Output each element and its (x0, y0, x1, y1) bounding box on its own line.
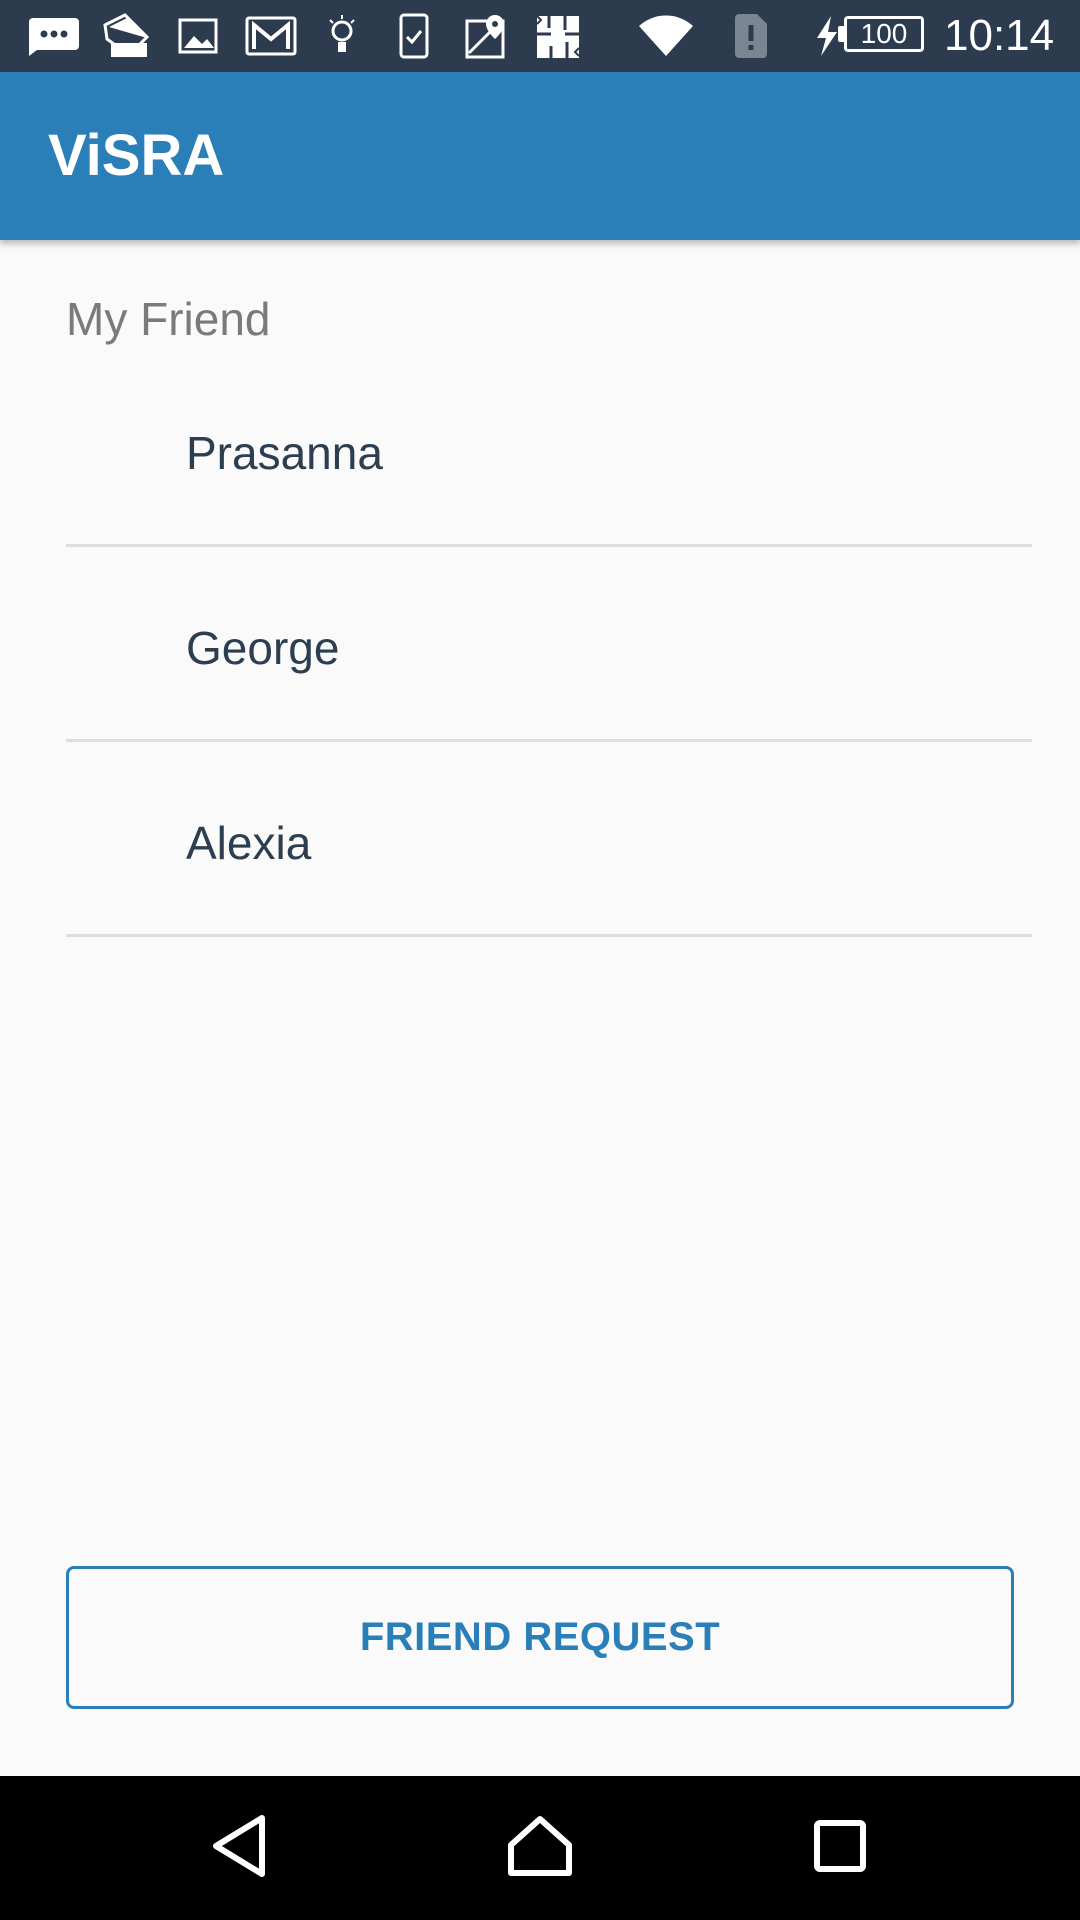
friend-list-item[interactable]: Alexia (66, 742, 1032, 937)
app-title: ViSRA (48, 123, 225, 188)
charging-icon (812, 0, 840, 72)
image-icon (176, 0, 220, 72)
friend-request-button[interactable]: FRIEND REQUEST (66, 1566, 1014, 1709)
friend-name: Alexia (186, 817, 312, 869)
sim-alert-icon (732, 0, 770, 72)
navigation-bar (0, 1776, 1080, 1920)
home-icon (507, 1815, 573, 1882)
friend-name: Prasanna (186, 427, 383, 479)
task-icon (398, 0, 430, 72)
puzzle-icon (534, 0, 582, 72)
friend-list: Prasanna George Alexia (66, 380, 1032, 937)
status-bar: 100 10:14 (0, 0, 1080, 72)
tags-icon (100, 0, 152, 72)
recents-icon (813, 1819, 867, 1878)
recents-button[interactable] (768, 1776, 912, 1920)
wifi-icon (636, 0, 696, 72)
home-button[interactable] (468, 1776, 612, 1920)
friend-list-item[interactable]: Prasanna (66, 380, 1032, 547)
clock: 10:14 (944, 11, 1055, 60)
back-icon (210, 1814, 270, 1883)
sms-icon (26, 0, 82, 72)
back-button[interactable] (168, 1776, 312, 1920)
maps-icon (464, 0, 510, 72)
friends-section-header: My Friend (66, 293, 271, 345)
friend-list-item[interactable]: George (66, 547, 1032, 742)
friend-name: George (186, 622, 340, 674)
battery-indicator: 100 (844, 16, 924, 52)
lightbulb-icon (326, 0, 358, 72)
app-bar: ViSRA (0, 72, 1080, 240)
gmail-icon (244, 0, 298, 72)
